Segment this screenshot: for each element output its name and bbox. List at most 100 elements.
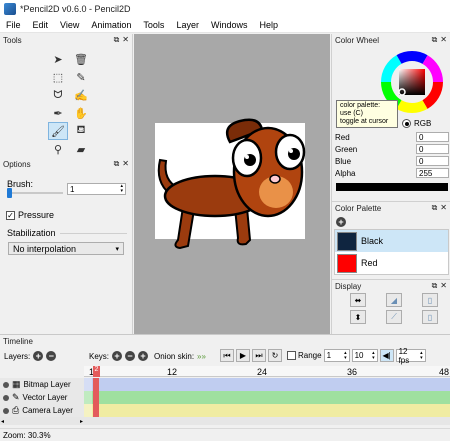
duplicate-key-icon[interactable]: +: [138, 351, 149, 361]
close-icon[interactable]: ✕: [122, 159, 129, 169]
smudge-tool-icon[interactable]: ✍: [71, 86, 91, 104]
red-input[interactable]: 0: [416, 132, 449, 142]
tooltip-line-2: use (C): [340, 110, 363, 117]
menu-windows[interactable]: Windows: [205, 20, 254, 30]
ruler-label-48: 48: [439, 367, 450, 377]
fps-input[interactable]: 12 fps ▴ ▾: [395, 347, 426, 365]
layer-name: Bitmap Layer: [23, 380, 71, 389]
layer-name: Camera Layer: [22, 406, 73, 415]
display-buttons: ⬌ ◢ ▯ ⬍ ⟋ ▯: [350, 293, 438, 324]
frame-scrollbar[interactable]: [84, 417, 450, 425]
visibility-icon[interactable]: [3, 394, 9, 401]
onion-red-icon[interactable]: ▯: [422, 310, 438, 324]
play-icon[interactable]: ▶: [236, 349, 250, 362]
brush-size-slider[interactable]: [7, 188, 63, 198]
onion-skin-icon[interactable]: »»: [197, 352, 206, 361]
stabilization-group: Stabilization: [7, 228, 127, 238]
red-label: Red: [335, 132, 350, 142]
rgb-mode-radio[interactable]: RGB: [402, 119, 431, 128]
right-panels: Color Wheel ⧉ ✕ color palette: use (C) to…: [331, 34, 450, 334]
radio-button[interactable]: [402, 119, 411, 128]
eyedropper-tool-icon[interactable]: ⚲: [48, 140, 68, 158]
layer-row-bitmap[interactable]: ▦ Bitmap Layer: [0, 378, 450, 391]
float-icon[interactable]: ⧉: [114, 159, 120, 169]
rewind-icon[interactable]: ⏮: [220, 349, 234, 362]
onion-blue-icon[interactable]: ▯: [422, 293, 438, 307]
onion-prev-icon[interactable]: ◢: [386, 293, 402, 307]
menu-animation[interactable]: Animation: [85, 20, 137, 30]
pencil-tool-icon[interactable]: ✎: [71, 68, 91, 86]
green-input[interactable]: 0: [416, 144, 449, 154]
hand-tool-icon[interactable]: ✋: [71, 104, 91, 122]
loop-icon[interactable]: ↻: [268, 349, 282, 362]
add-color-icon[interactable]: +: [336, 217, 346, 227]
palette-item-label: Black: [361, 236, 384, 246]
brush-size-value: 1: [70, 184, 75, 194]
layer-track[interactable]: [84, 378, 450, 391]
pressure-option[interactable]: ✓ Pressure: [6, 210, 54, 220]
bucket-tool-icon[interactable]: ⛾: [71, 122, 91, 140]
pointer-tool-icon[interactable]: ➤: [48, 50, 68, 68]
range-end-input[interactable]: 10 ▴ ▾: [351, 349, 378, 362]
ruler-label-12: 12: [167, 367, 178, 377]
add-key-icon[interactable]: +: [112, 351, 123, 361]
close-icon[interactable]: ✕: [440, 35, 447, 45]
menu-view[interactable]: View: [54, 20, 85, 30]
zoom-status: Zoom: 30.3%: [3, 430, 51, 440]
alpha-label: Alpha: [335, 168, 356, 178]
menu-tools[interactable]: Tools: [137, 20, 170, 30]
layers-controls: Layers: + −: [4, 351, 57, 361]
layer-track[interactable]: [84, 404, 450, 417]
options-panel: Options ⧉ ✕ Brush: 1 ▴ ▾ ✓ Pressure Stabil…: [0, 158, 133, 334]
range-label: Range: [298, 351, 322, 360]
layer-row-vector[interactable]: ✎ Vector Layer: [0, 391, 450, 404]
close-icon[interactable]: ✕: [122, 35, 129, 45]
menu-layer[interactable]: Layer: [170, 20, 205, 30]
frame-ruler[interactable]: 1 12 24 36 48 2: [84, 366, 450, 377]
add-layer-icon[interactable]: +: [33, 351, 44, 361]
pressure-checkbox[interactable]: ✓: [6, 210, 15, 220]
float-icon[interactable]: ⧉: [432, 203, 438, 213]
alpha-input[interactable]: 255: [416, 168, 449, 178]
select-tool-icon[interactable]: ⬚: [48, 68, 68, 86]
spin-arrows-icon[interactable]: ▴ ▾: [120, 184, 123, 194]
window-title: *Pencil2D v0.6.0 - Pencil2D: [20, 4, 131, 14]
stabilization-dropdown[interactable]: No interpolation ▾: [8, 242, 124, 255]
menu-edit[interactable]: Edit: [27, 20, 55, 30]
lasso-tool-icon[interactable]: ᗢ: [48, 86, 68, 104]
brush-tool-icon[interactable]: 🖌: [48, 122, 68, 140]
layer-scrollbar[interactable]: ◂ ▸: [0, 417, 84, 425]
palette-item-black[interactable]: Black: [335, 230, 448, 252]
eraser-tool-icon[interactable]: ▰: [71, 140, 91, 158]
visibility-icon[interactable]: [3, 381, 9, 388]
float-icon[interactable]: ⧉: [432, 35, 438, 45]
blue-input[interactable]: 0: [416, 156, 449, 166]
layer-track[interactable]: [84, 391, 450, 404]
color-palette-header: Color Palette ⧉ ✕: [332, 202, 450, 214]
sound-scrub-icon[interactable]: ◀|: [379, 349, 394, 362]
close-icon[interactable]: ✕: [440, 203, 447, 213]
float-icon[interactable]: ⧉: [432, 281, 438, 291]
pressure-label: Pressure: [18, 210, 55, 220]
flip-horizontal-icon[interactable]: ⬌: [350, 293, 366, 307]
menu-help[interactable]: Help: [253, 20, 284, 30]
remove-key-icon[interactable]: −: [125, 351, 136, 361]
layer-row-camera[interactable]: ⎙ Camera Layer: [0, 404, 450, 417]
range-checkbox[interactable]: [287, 351, 296, 360]
visibility-icon[interactable]: [3, 407, 9, 414]
flip-vertical-icon[interactable]: ⬍: [350, 310, 366, 324]
float-icon[interactable]: ⧉: [114, 35, 120, 45]
clear-tool-icon[interactable]: 🗑: [71, 50, 91, 68]
outline-icon[interactable]: ⟋: [386, 310, 402, 324]
palette-item-red[interactable]: Red: [335, 252, 448, 274]
step-forward-icon[interactable]: ⏭: [252, 349, 266, 362]
remove-layer-icon[interactable]: −: [46, 351, 57, 361]
app-icon: [4, 3, 16, 15]
pen-tool-icon[interactable]: ✒: [48, 104, 68, 122]
range-start-input[interactable]: 1 ▴ ▾: [323, 349, 350, 362]
close-icon[interactable]: ✕: [440, 281, 447, 291]
menu-file[interactable]: File: [0, 20, 27, 30]
slider-handle[interactable]: [7, 188, 12, 198]
playhead[interactable]: 2: [93, 366, 100, 377]
brush-size-spinbox[interactable]: 1 ▴ ▾: [67, 183, 126, 195]
